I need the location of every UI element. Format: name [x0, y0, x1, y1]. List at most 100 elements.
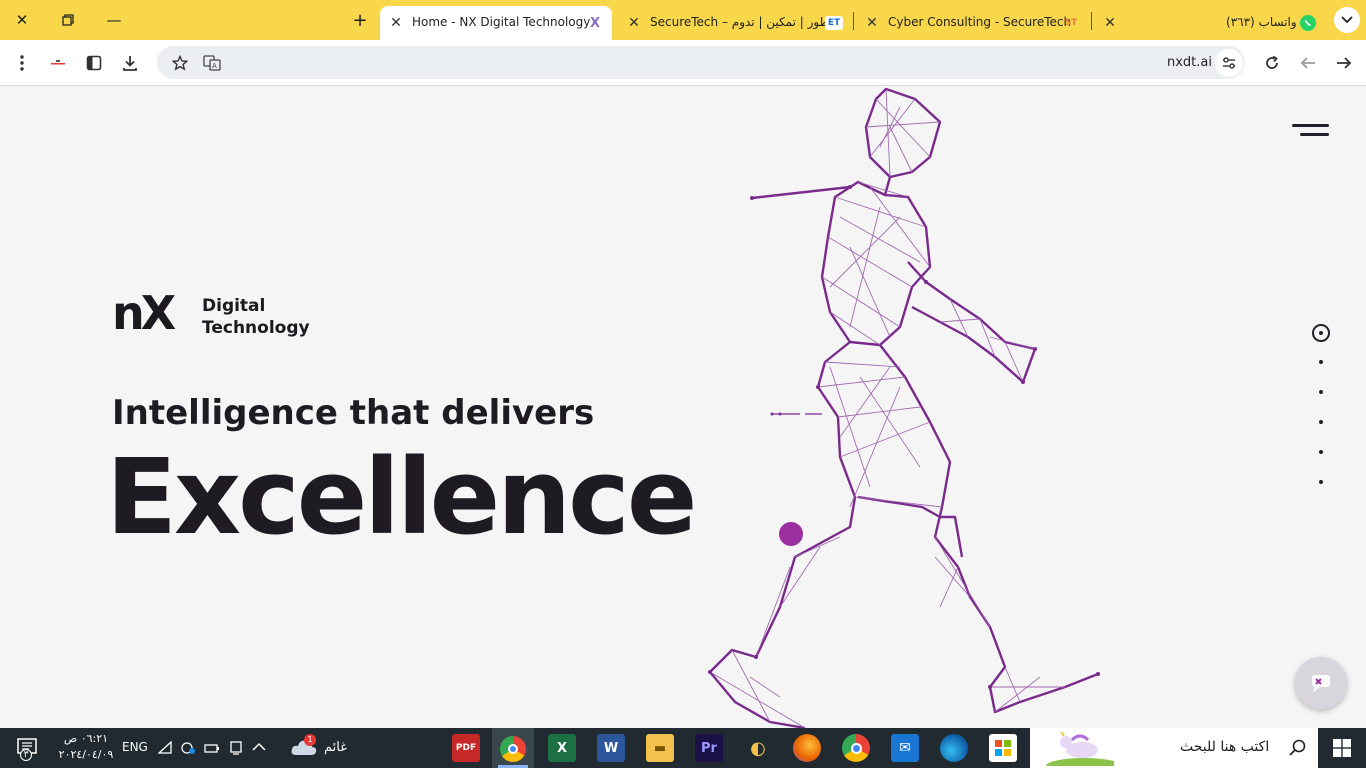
close-window-button[interactable]: ✕ [10, 8, 34, 32]
hero-tagline: Intelligence that delivers [112, 393, 595, 433]
whatsapp-icon [1300, 15, 1316, 31]
st-favicon-icon: ST [1064, 18, 1078, 28]
address-bar[interactable]: A nxdt.ai [157, 46, 1245, 79]
weather-widget[interactable]: 1 غائم [288, 733, 368, 763]
tune-icon [1223, 57, 1235, 69]
wireframe-walking-figure [708, 87, 1100, 728]
kebab-icon [20, 55, 24, 71]
language-indicator[interactable]: ENG [122, 740, 148, 754]
logo-text-technology: Technology [202, 318, 310, 338]
tab-search-button[interactable] [1334, 7, 1360, 33]
chevron-up-icon[interactable] [252, 742, 266, 752]
logo-text-digital: Digital [202, 296, 266, 316]
section-dot[interactable] [1319, 390, 1323, 394]
download-icon [123, 56, 137, 71]
windows-taskbar: ٣ ٠٦:٢١ ص ٢٠٢٤/٠٤/٠٩ ENG 1 غائم PDF X W … [0, 728, 1366, 768]
nx-favicon-icon: X [589, 15, 601, 31]
forward-button[interactable] [1331, 50, 1357, 76]
unicorn-doodle-icon [1046, 732, 1114, 766]
reload-icon [1266, 55, 1278, 69]
new-tab-button[interactable]: + [348, 8, 372, 32]
svg-text:A: A [212, 62, 217, 70]
clock-date: ٢٠٢٤/٠٤/٠٩ [58, 748, 114, 761]
url-text: nxdt.ai [1167, 55, 1212, 70]
close-tab-icon[interactable]: ✕ [626, 15, 642, 31]
file-explorer-icon[interactable]: ▬ [646, 734, 674, 762]
chrome-icon[interactable] [842, 734, 870, 762]
restore-window-button[interactable] [56, 8, 80, 32]
weather-badge: 1 [304, 734, 316, 746]
side-panel-button[interactable] [81, 50, 107, 76]
weather-text: غائم [324, 740, 348, 755]
word-icon[interactable]: W [597, 734, 625, 762]
close-tab-icon[interactable]: ✕ [864, 15, 880, 31]
chat-widget-button[interactable] [1295, 657, 1347, 709]
logo-mark: nX [112, 286, 176, 340]
tab-securetech-ar[interactable]: ✕ SecureTech – تطور | تمكين | تدوم ET [620, 6, 854, 40]
section-dot[interactable] [1319, 420, 1323, 424]
et-favicon-icon: ET [825, 16, 843, 30]
tab-title: Home - NX Digital Technology [412, 15, 591, 29]
site-info-button[interactable] [1215, 49, 1243, 77]
store-icon[interactable] [989, 734, 1017, 762]
section-nav [1312, 324, 1330, 494]
premiere-icon[interactable]: Pr [695, 734, 723, 762]
clock-time: ٠٦:٢١ ص [63, 732, 109, 745]
mail-icon[interactable]: ✉ [891, 734, 919, 762]
notification-center-button[interactable]: ٣ [14, 737, 40, 765]
bookmark-star-button[interactable] [167, 50, 193, 76]
minimize-window-button[interactable]: — [102, 8, 126, 32]
section-dot[interactable] [1319, 480, 1323, 484]
star-icon [172, 55, 188, 71]
chrome-profile-taskbar-active[interactable] [492, 728, 534, 768]
tab-nx-digital[interactable]: ✕ Home - NX Digital Technology X [380, 6, 612, 40]
tab-cyber-consulting[interactable]: ✕ Cyber Consulting - SecureTech ST [858, 6, 1090, 40]
translate-icon: A [203, 55, 221, 71]
notification-badge: ٣ [20, 749, 32, 761]
headline-accent-dot [779, 522, 803, 546]
edge-icon[interactable] [940, 734, 968, 762]
paint-icon[interactable]: ◐ [744, 734, 772, 762]
wifi-icon[interactable] [158, 741, 172, 755]
tab-title: Cyber Consulting - SecureTech [888, 15, 1072, 29]
section-dot[interactable] [1319, 360, 1323, 364]
close-tab-icon[interactable]: ✕ [388, 15, 404, 31]
pdf-app-icon[interactable]: PDF [452, 734, 480, 762]
hamburger-icon [1292, 124, 1329, 136]
extension-button[interactable] [45, 50, 71, 76]
page-content: nX Digital Technology Intelligence that … [0, 87, 1366, 728]
taskbar-search-box[interactable]: اكتب هنا للبحث [1030, 728, 1318, 768]
section-dot[interactable] [1319, 450, 1323, 454]
menu-kebab-button[interactable] [9, 50, 35, 76]
search-placeholder: اكتب هنا للبحث [1180, 739, 1270, 755]
search-icon [1289, 739, 1306, 756]
chat-icon [1312, 675, 1330, 692]
translate-button[interactable]: A [199, 50, 225, 76]
onedrive-icon[interactable] [180, 741, 196, 755]
close-tab-icon[interactable]: ✕ [1102, 15, 1118, 31]
firefox-icon[interactable] [793, 734, 821, 762]
browser-toolbar: A nxdt.ai [0, 40, 1366, 86]
tab-strip: ✕ — + ✕ Home - NX Digital Technology X ✕… [0, 0, 1366, 40]
reload-button[interactable] [1259, 50, 1285, 76]
battery-icon[interactable] [204, 741, 220, 755]
restore-icon [62, 14, 74, 26]
hamburger-menu-button[interactable] [1292, 123, 1330, 139]
extension-icon [51, 60, 65, 65]
tab-title: SecureTech – تطور | تمكين | تدوم [650, 15, 828, 29]
meet-icon[interactable] [229, 740, 243, 756]
clock[interactable]: ٠٦:٢١ ص ٢٠٢٤/٠٤/٠٩ [58, 731, 114, 763]
tab-whatsapp[interactable]: ✕ واتساب (٣٦٣) [1098, 6, 1324, 40]
arrow-left-icon [1300, 57, 1315, 69]
back-button[interactable] [1295, 50, 1321, 76]
start-button[interactable] [1318, 728, 1366, 768]
windows-logo-icon [1333, 739, 1351, 757]
downloads-button[interactable] [117, 50, 143, 76]
tab-separator [1091, 12, 1092, 30]
tab-separator [853, 12, 854, 30]
nx-logo[interactable]: nX Digital Technology [112, 286, 322, 341]
arrow-right-icon [1337, 57, 1352, 69]
section-dot-active[interactable] [1312, 324, 1330, 342]
side-panel-icon [86, 55, 102, 71]
excel-icon[interactable]: X [548, 734, 576, 762]
